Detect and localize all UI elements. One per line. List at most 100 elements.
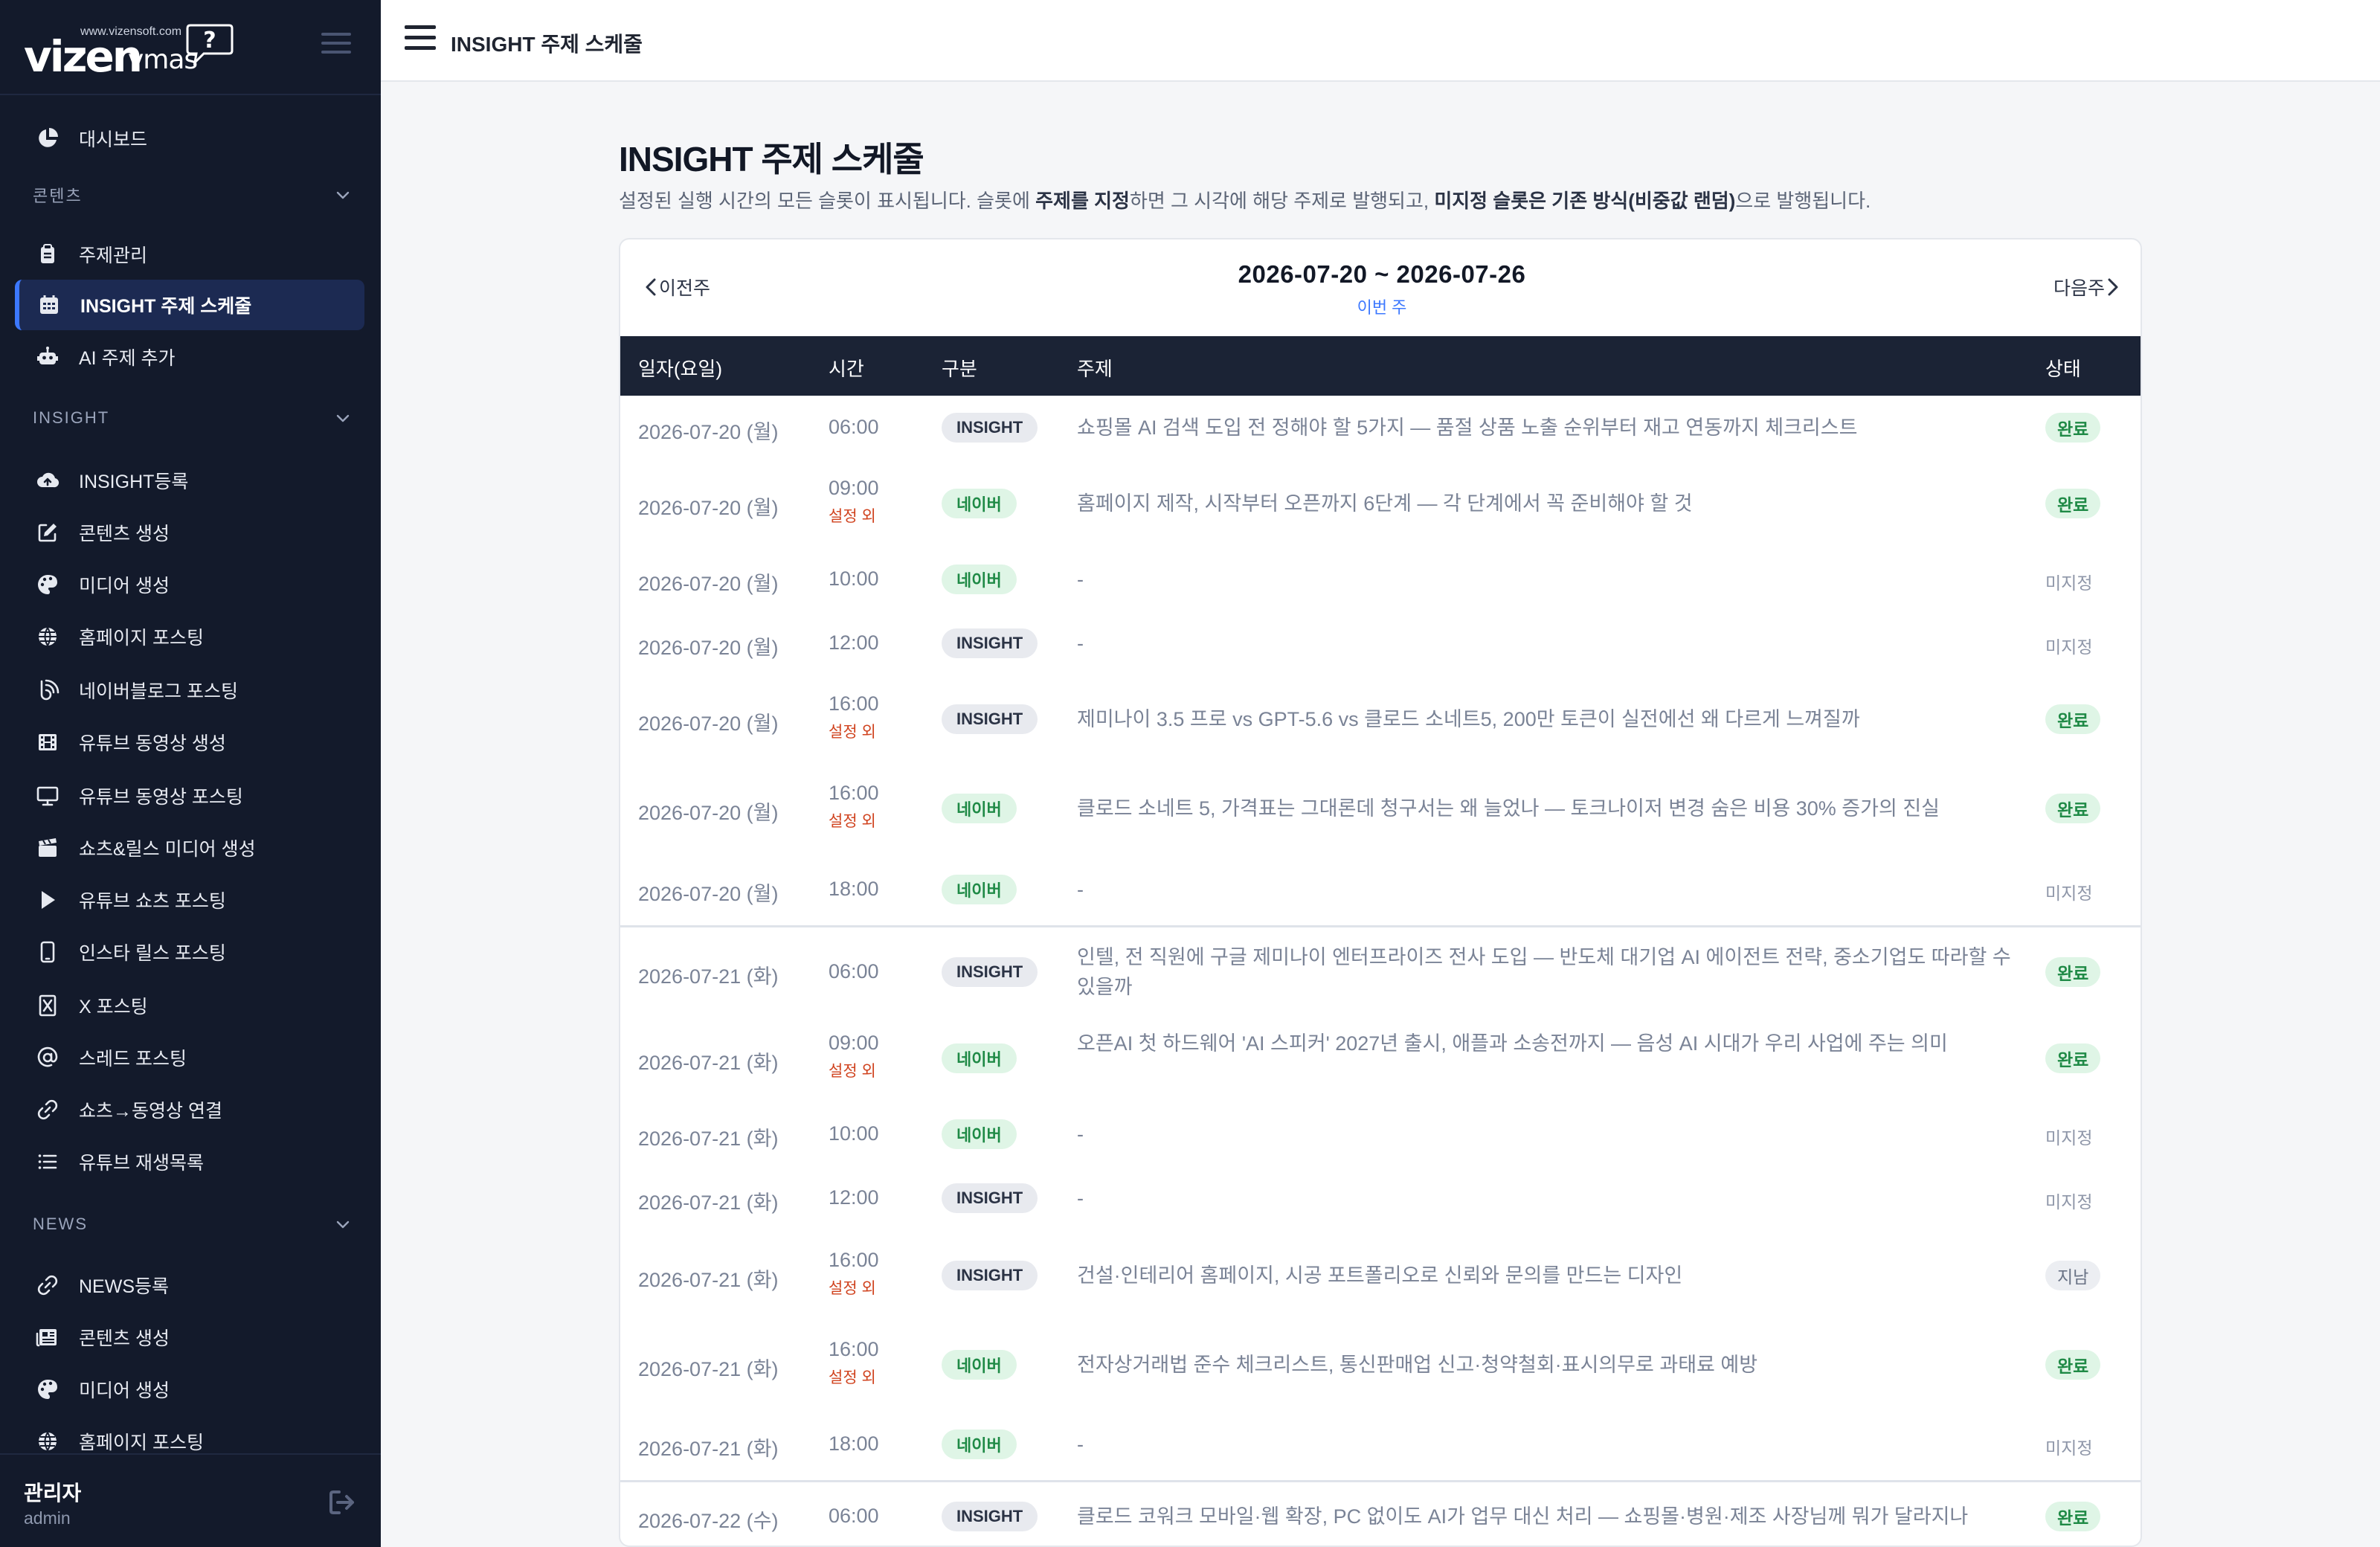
- sidebar-item[interactable]: INSIGHT등록: [15, 455, 364, 506]
- clapper-icon: [34, 834, 61, 861]
- table-row[interactable]: 2026-07-21 (화) 06:00 INSIGHT 인텔, 전 직원에 구…: [620, 925, 2141, 1014]
- link-icon: [34, 1096, 61, 1123]
- time-value: 06:00: [829, 416, 879, 438]
- time-value: 18:00: [829, 1432, 879, 1455]
- sidebar-collapse-button[interactable]: [321, 33, 351, 57]
- sidebar-item[interactable]: NEWS등록: [15, 1260, 364, 1310]
- this-week-link-wrap: 이번 주: [620, 295, 2141, 318]
- status-badge: 미지정: [2045, 884, 2093, 903]
- cell-topic[interactable]: 오픈AI 첫 하드웨어 'AI 스피커' 2027년 출시, 애플과 소송전까지…: [1077, 1029, 2014, 1058]
- table-row[interactable]: 2026-07-20 (월) 10:00 네이버 - 미지정: [620, 547, 2141, 611]
- sidebar-item[interactable]: 유튜브 쇼츠 포스팅: [15, 875, 364, 925]
- play-icon: [34, 887, 61, 913]
- table-row[interactable]: 2026-07-20 (월) 16:00 설정 외 네이버 클로드 소네트 5, …: [620, 763, 2141, 854]
- sidebar-section-content[interactable]: 콘텐츠: [33, 180, 353, 210]
- cell-topic[interactable]: -: [1077, 1183, 2014, 1213]
- cell-topic[interactable]: 홈페이지 제작, 시작부터 오픈까지 6단계 — 각 단계에서 꼭 준비해야 할…: [1077, 489, 2014, 518]
- table-row[interactable]: 2026-07-20 (월) 16:00 설정 외 INSIGHT 제미나이 3.…: [620, 675, 2141, 763]
- sidebar-item[interactable]: 유튜브 동영상 포스팅: [15, 771, 364, 821]
- sidebar-item[interactable]: INSIGHT 주제 스케줄: [15, 280, 364, 330]
- cell-time: 10:00: [829, 567, 879, 591]
- user-panel: 관리자 admin: [0, 1453, 381, 1547]
- table-row[interactable]: 2026-07-21 (화) 16:00 설정 외 네이버 전자상거래법 준수 체…: [620, 1321, 2141, 1409]
- time-value: 12:00: [829, 631, 879, 654]
- table-row[interactable]: 2026-07-20 (월) 18:00 네이버 - 미지정: [620, 854, 2141, 925]
- next-week-button[interactable]: 다음주: [2053, 274, 2121, 300]
- sidebar-item[interactable]: 유튜브 동영상 생성: [15, 717, 364, 768]
- cell-time: 16:00 설정 외: [829, 692, 879, 742]
- time-value: 16:00: [829, 782, 879, 804]
- cell-date: 2026-07-20 (월): [638, 637, 779, 659]
- table-row[interactable]: 2026-07-20 (월) 12:00 INSIGHT - 미지정: [620, 611, 2141, 675]
- sidebar-item[interactable]: 홈페이지 포스팅: [15, 1416, 364, 1453]
- type-badge: INSIGHT: [942, 1261, 1038, 1290]
- table-row[interactable]: 2026-07-21 (화) 10:00 네이버 - 미지정: [620, 1102, 2141, 1166]
- table-row[interactable]: 2026-07-21 (화) 16:00 설정 외 INSIGHT 건설·인테리어…: [620, 1230, 2141, 1321]
- type-badge: 네이버: [942, 489, 1017, 518]
- cell-topic[interactable]: 전자상거래법 준수 체크리스트, 통신판매업 신고·청약철회·표시의무로 과태료…: [1077, 1350, 2014, 1380]
- sidebar-item[interactable]: 미디어 생성: [15, 1364, 364, 1415]
- logout-icon[interactable]: [327, 1488, 357, 1517]
- status-badge: 완료: [2045, 489, 2101, 518]
- table-row[interactable]: 2026-07-22 (수) 06:00 INSIGHT 클로드 코워크 모바일…: [620, 1480, 2141, 1546]
- cell-time: 12:00: [829, 631, 879, 654]
- table-row[interactable]: 2026-07-20 (월) 06:00 INSIGHT 쇼핑몰 AI 검색 도…: [620, 396, 2141, 460]
- table-row[interactable]: 2026-07-20 (월) 09:00 설정 외 네이버 홈페이지 제작, 시작…: [620, 460, 2141, 547]
- vizen-logo[interactable]: www.vizensoft.com vizen vmas ?: [24, 22, 239, 82]
- cell-topic[interactable]: -: [1077, 1429, 2014, 1459]
- time-value: 10:00: [829, 1122, 879, 1145]
- sidebar-item[interactable]: 홈페이지 포스팅: [15, 611, 364, 662]
- sidebar-item[interactable]: 유튜브 재생목록: [15, 1136, 364, 1187]
- cell-topic[interactable]: -: [1077, 1119, 2014, 1149]
- sidebar-item-label: 콘텐츠 생성: [79, 1328, 170, 1349]
- off-schedule-label: 설정 외: [829, 1369, 876, 1386]
- cell-date: 2026-07-20 (월): [638, 421, 779, 443]
- cell-topic[interactable]: -: [1077, 565, 2014, 594]
- sidebar-item[interactable]: 쇼츠&릴스 미디어 생성: [15, 823, 364, 873]
- sidebar-section-news[interactable]: NEWS: [33, 1209, 353, 1239]
- status-badge: 완료: [2045, 413, 2101, 443]
- status-badge: 완료: [2045, 957, 2101, 987]
- sidebar-item[interactable]: 인스타 릴스 포스팅: [15, 927, 364, 977]
- sidebar-item[interactable]: 주제관리: [15, 229, 364, 280]
- sidebar-section-insight[interactable]: INSIGHT: [33, 403, 353, 433]
- table-row[interactable]: 2026-07-21 (화) 09:00 설정 외 네이버 오픈AI 첫 하드웨어…: [620, 1014, 2141, 1102]
- sidebar-item[interactable]: AI 주제 추가: [15, 332, 364, 382]
- sidebar-item[interactable]: 쇼츠→동영상 연결: [15, 1084, 364, 1135]
- sidebar-item[interactable]: 콘텐츠 생성: [15, 1312, 364, 1363]
- chevron-right-icon: [2108, 278, 2118, 296]
- sidebar-nav: 대시보드콘텐츠 주제관리 INSIGHT 주제 스케줄 AI 주제 추가 INSI…: [0, 95, 381, 1453]
- cell-topic[interactable]: -: [1077, 628, 2014, 658]
- hamburger-menu-button[interactable]: [405, 25, 436, 54]
- this-week-link[interactable]: 이번 주: [1357, 298, 1407, 317]
- cell-topic[interactable]: 인텔, 전 직원에 구글 제미나이 엔터프라이즈 전사 도입 — 반도체 대기업…: [1077, 942, 2014, 1002]
- sidebar-item[interactable]: 네이버블로그 포스팅: [15, 665, 364, 715]
- desc-text-2: 하면 그 시각에 해당 주제로 발행되고,: [1129, 190, 1435, 212]
- time-value: 16:00: [829, 692, 879, 715]
- desc-bold-2: 미지정 슬롯은 기존 방식(비중값 랜덤): [1434, 190, 1736, 212]
- status-badge: 미지정: [2045, 1438, 2093, 1458]
- globe-icon: [34, 623, 61, 650]
- cell-topic[interactable]: 클로드 소네트 5, 가격표는 그대론데 청구서는 왜 늘었나 — 토크나이저 …: [1077, 794, 2014, 823]
- cell-date: 2026-07-22 (수): [638, 1510, 779, 1532]
- cell-topic[interactable]: 클로드 코워크 모바일·웹 확장, PC 없이도 AI가 업무 대신 처리 — …: [1077, 1502, 2014, 1531]
- cell-date: 2026-07-20 (월): [638, 573, 779, 595]
- cell-time: 06:00: [829, 960, 879, 983]
- desc-bold-1: 주제를 지정: [1035, 190, 1130, 212]
- sidebar-item[interactable]: 스레드 포스팅: [15, 1032, 364, 1083]
- sidebar-item[interactable]: 미디어 생성: [15, 559, 364, 610]
- logo-question-mark: ?: [203, 28, 216, 54]
- palette-icon: [34, 571, 61, 598]
- cell-topic[interactable]: 제미나이 3.5 프로 vs GPT-5.6 vs 클로드 소네트5, 200만…: [1077, 704, 2014, 734]
- cell-topic[interactable]: -: [1077, 875, 2014, 904]
- cell-topic[interactable]: 쇼핑몰 AI 검색 도입 전 정해야 할 5가지 — 품절 상품 노출 순위부터…: [1077, 413, 2014, 443]
- table-row[interactable]: 2026-07-21 (화) 18:00 네이버 - 미지정: [620, 1409, 2141, 1480]
- link-icon: [34, 1272, 61, 1299]
- sidebar-item[interactable]: 콘텐츠 생성: [15, 507, 364, 558]
- cell-topic[interactable]: 건설·인테리어 홈페이지, 시공 포트폴리오로 신뢰와 문의를 만드는 디자인: [1077, 1261, 2014, 1290]
- sidebar-item[interactable]: 대시보드: [15, 113, 364, 164]
- sidebar-item[interactable]: X 포스팅: [15, 980, 364, 1031]
- header-date: 일자(요일): [638, 358, 722, 380]
- cell-date: 2026-07-21 (화): [638, 1128, 779, 1150]
- table-row[interactable]: 2026-07-21 (화) 12:00 INSIGHT - 미지정: [620, 1166, 2141, 1230]
